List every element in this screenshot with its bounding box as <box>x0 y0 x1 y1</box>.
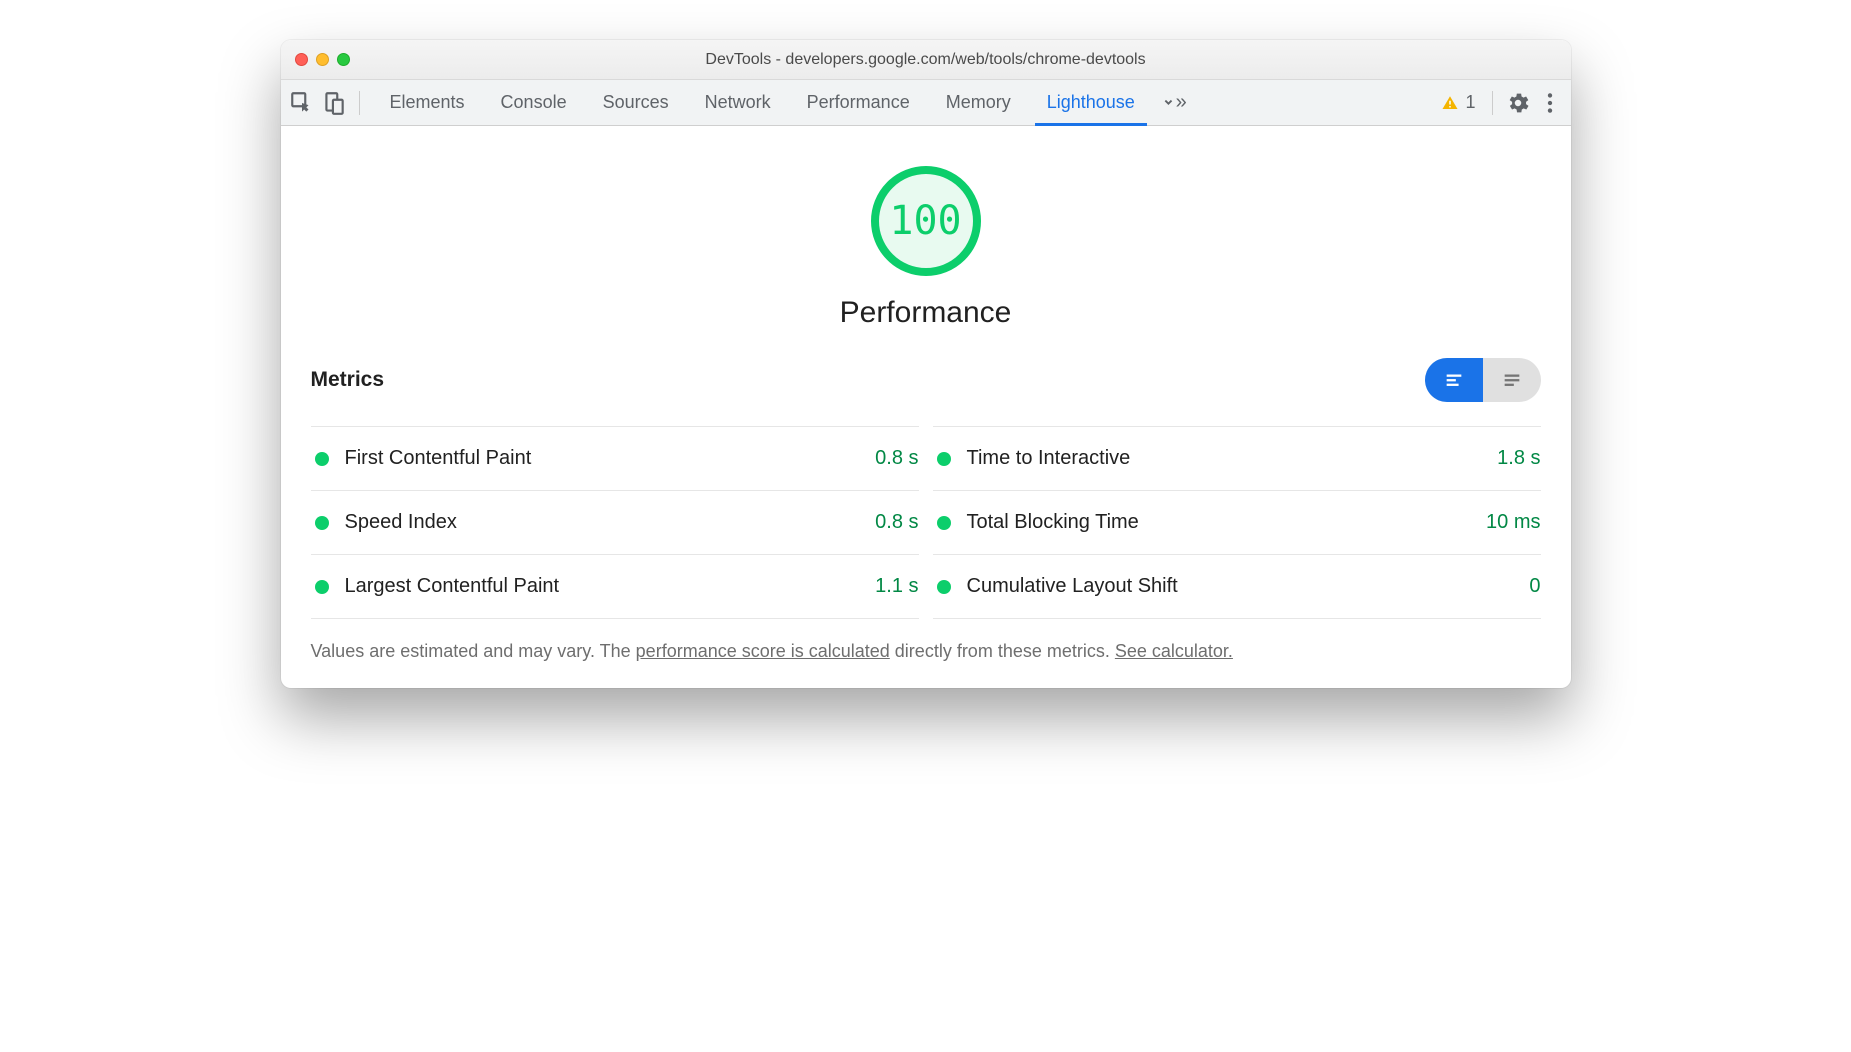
metric-label: Largest Contentful Paint <box>345 575 860 598</box>
tab-network[interactable]: Network <box>687 80 789 126</box>
metric-label: First Contentful Paint <box>345 447 860 470</box>
more-tabs-icon[interactable]: » <box>1161 90 1187 116</box>
warnings-indicator[interactable]: 1 <box>1441 92 1475 113</box>
tab-performance[interactable]: Performance <box>789 80 928 126</box>
devtools-window: DevTools - developers.google.com/web/too… <box>281 40 1571 688</box>
status-dot-icon <box>937 452 951 466</box>
performance-score: 100 <box>889 198 961 244</box>
status-dot-icon <box>315 516 329 530</box>
view-compact-button[interactable] <box>1425 358 1483 402</box>
close-window-button[interactable] <box>295 53 308 66</box>
device-toggle-icon[interactable] <box>321 90 347 116</box>
panel-tabs: Elements Console Sources Network Perform… <box>372 80 1187 126</box>
separator <box>359 91 360 115</box>
tab-elements[interactable]: Elements <box>372 80 483 126</box>
metrics-header: Metrics <box>311 358 1541 427</box>
metric-row: Cumulative Layout Shift 0 <box>933 554 1541 619</box>
metric-row: First Contentful Paint 0.8 s <box>311 426 919 491</box>
metric-label: Total Blocking Time <box>967 511 1471 534</box>
metrics-footer: Values are estimated and may vary. The p… <box>311 641 1541 662</box>
tab-memory[interactable]: Memory <box>928 80 1029 126</box>
tab-lighthouse[interactable]: Lighthouse <box>1029 80 1153 126</box>
status-dot-icon <box>315 452 329 466</box>
metric-row: Total Blocking Time 10 ms <box>933 490 1541 555</box>
metric-value: 1.1 s <box>875 575 918 598</box>
tab-console[interactable]: Console <box>483 80 585 126</box>
metric-row: Time to Interactive 1.8 s <box>933 426 1541 491</box>
window-controls <box>295 53 350 66</box>
separator <box>1492 91 1493 115</box>
tab-sources[interactable]: Sources <box>585 80 687 126</box>
metrics-view-toggle <box>1425 358 1541 402</box>
metric-row: Speed Index 0.8 s <box>311 490 919 555</box>
score-calc-link[interactable]: performance score is calculated <box>636 641 890 661</box>
inspect-element-icon[interactable] <box>289 90 315 116</box>
lighthouse-report: 100 Performance Metrics First Contentful… <box>281 126 1571 688</box>
metric-value: 0 <box>1529 575 1540 598</box>
metrics-grid: First Contentful Paint 0.8 s Time to Int… <box>311 427 1541 619</box>
metric-value: 0.8 s <box>875 511 918 534</box>
zoom-window-button[interactable] <box>337 53 350 66</box>
metrics-heading: Metrics <box>311 368 385 392</box>
footer-text: Values are estimated and may vary. The <box>311 641 636 661</box>
view-expanded-button[interactable] <box>1483 358 1541 402</box>
warnings-count: 1 <box>1465 92 1475 113</box>
status-dot-icon <box>937 516 951 530</box>
metric-value: 10 ms <box>1486 511 1540 534</box>
metric-value: 1.8 s <box>1497 447 1540 470</box>
metric-value: 0.8 s <box>875 447 918 470</box>
category-title: Performance <box>840 296 1012 330</box>
window-title: DevTools - developers.google.com/web/too… <box>281 51 1571 69</box>
metric-label: Cumulative Layout Shift <box>967 575 1514 598</box>
titlebar: DevTools - developers.google.com/web/too… <box>281 40 1571 80</box>
performance-gauge: 100 <box>871 166 981 276</box>
see-calculator-link[interactable]: See calculator. <box>1115 641 1233 661</box>
devtools-toolbar: Elements Console Sources Network Perform… <box>281 80 1571 126</box>
status-dot-icon <box>937 580 951 594</box>
minimize-window-button[interactable] <box>316 53 329 66</box>
settings-icon[interactable] <box>1505 90 1531 116</box>
metric-label: Speed Index <box>345 511 860 534</box>
score-gauge: 100 Performance <box>311 166 1541 330</box>
status-dot-icon <box>315 580 329 594</box>
metric-row: Largest Contentful Paint 1.1 s <box>311 554 919 619</box>
footer-text: directly from these metrics. <box>890 641 1115 661</box>
metric-label: Time to Interactive <box>967 447 1482 470</box>
more-options-icon[interactable] <box>1537 90 1563 116</box>
